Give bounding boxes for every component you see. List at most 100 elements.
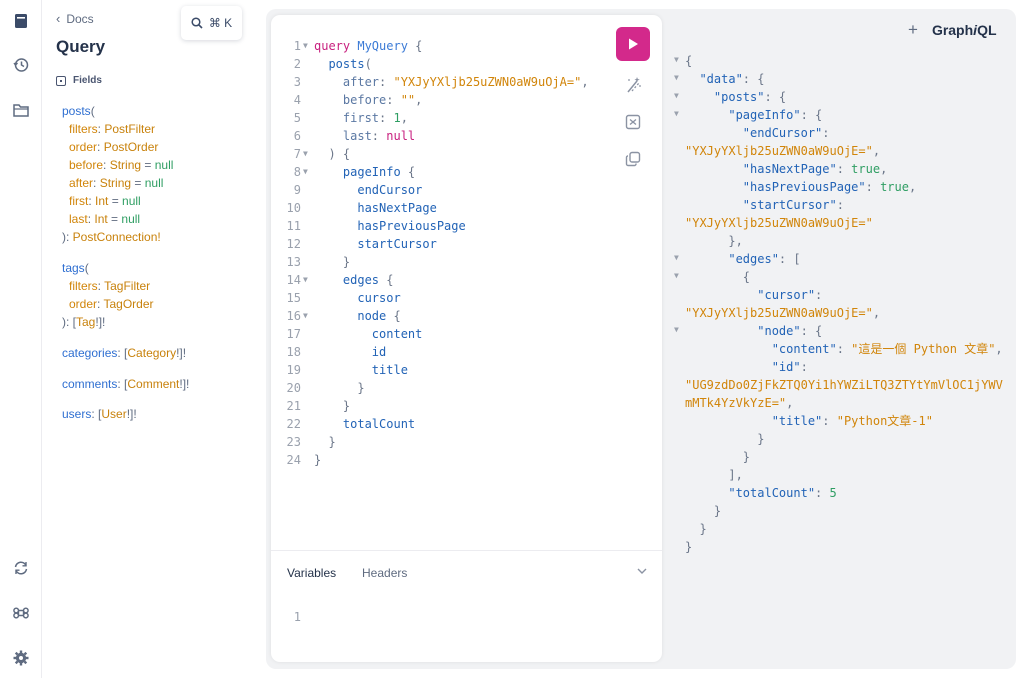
editor-tools-bar: Variables Headers [271, 550, 662, 592]
merge-icon [625, 114, 641, 130]
merge-fragments-button[interactable] [621, 110, 645, 134]
fold-toggle-icon[interactable]: ▼ [674, 109, 679, 118]
result-line: "content": "這是一個 Python 文章", [685, 342, 1003, 356]
code-line[interactable]: 19 title [271, 361, 601, 379]
docs-panel: ‹ Docs Query Fields posts( filters: Post… [42, 0, 264, 678]
chevron-left-icon: ‹ [56, 11, 61, 26]
code-line[interactable]: 18 id [271, 343, 601, 361]
explorer-icon[interactable] [9, 98, 33, 122]
arg-after[interactable]: after: String = null [69, 174, 163, 192]
code-line[interactable]: 9 endCursor [271, 181, 601, 199]
code-line[interactable]: 6 last: null [271, 127, 601, 145]
result-line: "id": [685, 360, 808, 374]
line-number: 4 [293, 93, 301, 107]
arg-filters[interactable]: filters: PostFilter [69, 120, 155, 138]
code-line[interactable]: 13 } [271, 253, 601, 271]
line-number: 16 [286, 309, 301, 323]
result-line: "UG9zdDo0ZjFkZTQ0Yi1hYWZiLTQ3ZTYtYmVlOC1… [685, 378, 1003, 392]
code-line[interactable]: 14 ▼ edges { [271, 271, 601, 289]
arg-order[interactable]: order: PostOrder [69, 138, 158, 156]
search-button[interactable]: ⌘ K [181, 6, 242, 40]
code-text: } [314, 255, 351, 269]
code-line[interactable]: 16 ▼ node { [271, 307, 601, 325]
result-line: "pageInfo": { [685, 108, 823, 122]
fold-toggle-icon[interactable]: ▼ [674, 73, 679, 82]
code-line[interactable]: 1 ▼ query MyQuery { [271, 37, 601, 55]
refetch-icon[interactable] [9, 556, 33, 580]
magic-wand-icon [627, 77, 641, 93]
play-icon [629, 38, 638, 50]
fold-toggle-icon[interactable]: ▼ [303, 271, 308, 289]
code-text: endCursor [314, 183, 423, 197]
code-line[interactable]: 4 before: "", [271, 91, 601, 109]
fold-toggle-icon[interactable]: ▼ [674, 271, 679, 280]
chevron-down-icon[interactable] [635, 564, 649, 578]
code-text: cursor [314, 291, 401, 305]
line-number: 18 [286, 345, 301, 359]
return-type-tags[interactable]: ): [Tag!]! [62, 313, 105, 331]
result-line: "startCursor": [685, 198, 844, 212]
code-line[interactable]: 7 ▼ ) { [271, 145, 601, 163]
fold-toggle-icon[interactable]: ▼ [303, 37, 308, 55]
docs-back-link[interactable]: ‹ Docs [56, 11, 94, 26]
code-text: first: 1, [314, 111, 408, 125]
copy-query-button[interactable] [621, 147, 645, 171]
code-line[interactable]: 17 content [271, 325, 601, 343]
result-line: "data": { [685, 72, 765, 86]
fold-toggle-icon[interactable]: ▼ [674, 55, 679, 64]
code-text: } [314, 381, 365, 395]
code-line[interactable]: 11 hasPreviousPage [271, 217, 601, 235]
field-tags[interactable]: tags( [62, 259, 89, 277]
code-text: content [314, 327, 423, 341]
fold-toggle-icon[interactable]: ▼ [674, 91, 679, 100]
code-line[interactable]: 5 first: 1, [271, 109, 601, 127]
field-categories[interactable]: categories: [Category!]! [62, 344, 186, 362]
line-number: 12 [286, 237, 301, 251]
fields-heading-label: Fields [73, 75, 102, 86]
field-posts[interactable]: posts( [62, 102, 95, 120]
arg-before[interactable]: before: String = null [69, 156, 173, 174]
field-comments[interactable]: comments: [Comment!]! [62, 375, 189, 393]
line-number: 23 [286, 435, 301, 449]
docs-back-label: Docs [66, 11, 94, 26]
fold-toggle-icon[interactable]: ▼ [303, 163, 308, 181]
sidebar-rail [0, 0, 42, 678]
add-tab-button[interactable]: + [908, 20, 918, 40]
code-line[interactable]: 3 after: "YXJyYXljb25uZWN0aW9uOjA=", [271, 73, 601, 91]
code-line[interactable]: 24} [271, 451, 601, 469]
tab-headers[interactable]: Headers [362, 566, 407, 580]
settings-icon[interactable] [9, 646, 33, 670]
arg-first[interactable]: first: Int = null [69, 192, 141, 210]
run-button[interactable] [616, 27, 650, 61]
code-line[interactable]: 2 posts( [271, 55, 601, 73]
copy-icon [625, 151, 641, 167]
line-number: 2 [293, 57, 301, 71]
fold-toggle-icon[interactable]: ▼ [303, 145, 308, 163]
code-line[interactable]: 15 cursor [271, 289, 601, 307]
code-line[interactable]: 21 } [271, 397, 601, 415]
arg-tags-filters[interactable]: filters: TagFilter [69, 277, 150, 295]
docs-icon[interactable] [9, 9, 33, 33]
history-icon[interactable] [9, 53, 33, 77]
code-line[interactable]: 12 startCursor [271, 235, 601, 253]
fold-toggle-icon[interactable]: ▼ [303, 307, 308, 325]
code-line[interactable]: 8 ▼ pageInfo { [271, 163, 601, 181]
code-text: pageInfo { [314, 165, 416, 179]
fold-toggle-icon[interactable]: ▼ [674, 253, 679, 262]
prettify-button[interactable] [621, 73, 645, 97]
fields-heading: Fields [56, 75, 102, 86]
fold-toggle-icon[interactable]: ▼ [674, 325, 679, 334]
result-line: }, [685, 234, 743, 248]
field-users[interactable]: users: [User!]! [62, 405, 137, 423]
result-line: } [685, 522, 707, 536]
result-line: "YXJyYXljb25uZWN0aW9uOjE=", [685, 306, 881, 320]
tab-variables[interactable]: Variables [287, 566, 336, 580]
arg-tags-order[interactable]: order: TagOrder [69, 295, 154, 313]
return-type-posts[interactable]: ): PostConnection! [62, 228, 161, 246]
code-line[interactable]: 23 } [271, 433, 601, 451]
shortcut-icon[interactable] [9, 601, 33, 625]
code-line[interactable]: 20 } [271, 379, 601, 397]
arg-last[interactable]: last: Int = null [69, 210, 140, 228]
code-line[interactable]: 22 totalCount [271, 415, 601, 433]
code-line[interactable]: 10 hasNextPage [271, 199, 601, 217]
